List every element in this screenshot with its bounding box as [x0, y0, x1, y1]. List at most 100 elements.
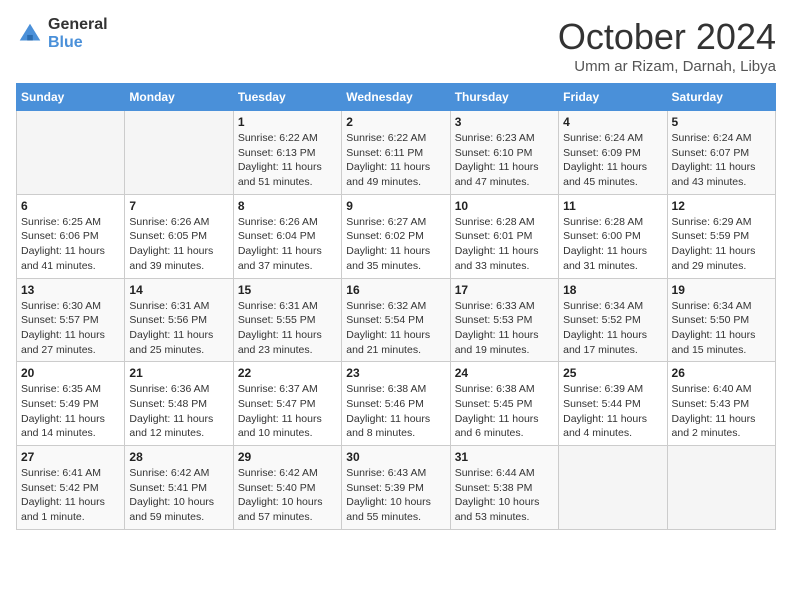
- calendar-cell: 6 Sunrise: 6:25 AM Sunset: 6:06 PM Daylig…: [17, 194, 125, 278]
- calendar-cell: 13Sunrise: 6:30 AM Sunset: 5:57 PM Dayli…: [17, 278, 125, 362]
- calendar-table: SundayMondayTuesdayWednesdayThursdayFrid…: [16, 83, 776, 530]
- day-number: 2: [346, 115, 445, 129]
- calendar-cell: 7Sunrise: 6:26 AM Sunset: 6:05 PM Daylig…: [125, 194, 233, 278]
- day-number: 21: [129, 366, 228, 380]
- day-number: 20: [21, 366, 120, 380]
- logo: General Blue: [16, 16, 108, 52]
- day-number: 27: [21, 450, 120, 464]
- day-number: 17: [455, 283, 554, 297]
- day-info: Sunrise: 6:31 AM Sunset: 5:55 PM Dayligh…: [238, 299, 337, 358]
- day-info: Sunrise: 6:40 AM Sunset: 5:43 PM Dayligh…: [672, 382, 771, 441]
- calendar-cell: 20 Sunrise: 6:35 AM Sunset: 5:49 PM Dayli…: [17, 362, 125, 446]
- day-number: 10: [455, 199, 554, 213]
- day-info: Sunrise: 6:38 AM Sunset: 5:45 PM Dayligh…: [455, 382, 554, 441]
- calendar-week-row: 1 Sunrise: 6:22 AM Sunset: 6:13 PM Daylig…: [17, 111, 776, 195]
- day-info: Sunrise: 6:25 AM Sunset: 6:06 PM Dayligh…: [21, 215, 120, 274]
- calendar-header-row: SundayMondayTuesdayWednesdayThursdayFrid…: [17, 84, 776, 111]
- calendar-cell: 16 Sunrise: 6:32 AM Sunset: 5:54 PM Dayli…: [342, 278, 450, 362]
- day-info: Sunrise: 6:27 AM Sunset: 6:02 PM Dayligh…: [346, 215, 445, 274]
- day-number: 9: [346, 199, 445, 213]
- day-info: Sunrise: 6:24 AM Sunset: 6:07 PM Dayligh…: [672, 131, 771, 190]
- day-number: 22: [238, 366, 337, 380]
- day-info: Sunrise: 6:44 AM Sunset: 5:38 PM Dayligh…: [455, 466, 554, 525]
- day-info: Sunrise: 6:39 AM Sunset: 5:44 PM Dayligh…: [563, 382, 662, 441]
- day-info: Sunrise: 6:31 AM Sunset: 5:56 PM Dayligh…: [129, 299, 228, 358]
- day-number: 13: [21, 283, 120, 297]
- day-info: Sunrise: 6:22 AM Sunset: 6:11 PM Dayligh…: [346, 131, 445, 190]
- day-info: Sunrise: 6:43 AM Sunset: 5:39 PM Dayligh…: [346, 466, 445, 525]
- day-info: Sunrise: 6:32 AM Sunset: 5:54 PM Dayligh…: [346, 299, 445, 358]
- calendar-cell: 27Sunrise: 6:41 AM Sunset: 5:42 PM Dayli…: [17, 446, 125, 530]
- calendar-cell: 3Sunrise: 6:23 AM Sunset: 6:10 PM Daylig…: [450, 111, 558, 195]
- calendar-cell: 30 Sunrise: 6:43 AM Sunset: 5:39 PM Dayli…: [342, 446, 450, 530]
- weekday-header-wednesday: Wednesday: [342, 84, 450, 111]
- calendar-cell: 21 Sunrise: 6:36 AM Sunset: 5:48 PM Dayli…: [125, 362, 233, 446]
- location-title: Umm ar Rizam, Darnah, Libya: [558, 58, 776, 75]
- calendar-week-row: 6 Sunrise: 6:25 AM Sunset: 6:06 PM Daylig…: [17, 194, 776, 278]
- logo-general: General: [48, 16, 108, 33]
- day-info: Sunrise: 6:33 AM Sunset: 5:53 PM Dayligh…: [455, 299, 554, 358]
- day-number: 4: [563, 115, 662, 129]
- weekday-header-thursday: Thursday: [450, 84, 558, 111]
- calendar-cell: [125, 111, 233, 195]
- weekday-header-tuesday: Tuesday: [233, 84, 341, 111]
- day-number: 8: [238, 199, 337, 213]
- weekday-header-monday: Monday: [125, 84, 233, 111]
- calendar-cell: 12Sunrise: 6:29 AM Sunset: 5:59 PM Dayli…: [667, 194, 775, 278]
- calendar-cell: 29 Sunrise: 6:42 AM Sunset: 5:40 PM Dayli…: [233, 446, 341, 530]
- day-info: Sunrise: 6:42 AM Sunset: 5:40 PM Dayligh…: [238, 466, 337, 525]
- day-number: 11: [563, 199, 662, 213]
- day-number: 12: [672, 199, 771, 213]
- calendar-cell: 25 Sunrise: 6:39 AM Sunset: 5:44 PM Dayli…: [559, 362, 667, 446]
- day-number: 7: [129, 199, 228, 213]
- day-number: 30: [346, 450, 445, 464]
- weekday-header-sunday: Sunday: [17, 84, 125, 111]
- calendar-week-row: 20 Sunrise: 6:35 AM Sunset: 5:49 PM Dayli…: [17, 362, 776, 446]
- day-number: 26: [672, 366, 771, 380]
- day-info: Sunrise: 6:28 AM Sunset: 6:01 PM Dayligh…: [455, 215, 554, 274]
- calendar-cell: 18 Sunrise: 6:34 AM Sunset: 5:52 PM Dayli…: [559, 278, 667, 362]
- day-number: 16: [346, 283, 445, 297]
- day-info: Sunrise: 6:36 AM Sunset: 5:48 PM Dayligh…: [129, 382, 228, 441]
- day-number: 29: [238, 450, 337, 464]
- day-info: Sunrise: 6:23 AM Sunset: 6:10 PM Dayligh…: [455, 131, 554, 190]
- calendar-cell: [17, 111, 125, 195]
- day-number: 5: [672, 115, 771, 129]
- day-info: Sunrise: 6:42 AM Sunset: 5:41 PM Dayligh…: [129, 466, 228, 525]
- calendar-cell: 9 Sunrise: 6:27 AM Sunset: 6:02 PM Daylig…: [342, 194, 450, 278]
- calendar-cell: 26 Sunrise: 6:40 AM Sunset: 5:43 PM Dayli…: [667, 362, 775, 446]
- month-title: October 2024: [558, 16, 776, 58]
- calendar-cell: 8 Sunrise: 6:26 AM Sunset: 6:04 PM Daylig…: [233, 194, 341, 278]
- calendar-cell: 11 Sunrise: 6:28 AM Sunset: 6:00 PM Dayli…: [559, 194, 667, 278]
- day-number: 18: [563, 283, 662, 297]
- day-number: 19: [672, 283, 771, 297]
- day-info: Sunrise: 6:37 AM Sunset: 5:47 PM Dayligh…: [238, 382, 337, 441]
- calendar-cell: 2 Sunrise: 6:22 AM Sunset: 6:11 PM Daylig…: [342, 111, 450, 195]
- calendar-cell: 14Sunrise: 6:31 AM Sunset: 5:56 PM Dayli…: [125, 278, 233, 362]
- day-number: 1: [238, 115, 337, 129]
- day-info: Sunrise: 6:28 AM Sunset: 6:00 PM Dayligh…: [563, 215, 662, 274]
- calendar-cell: 19 Sunrise: 6:34 AM Sunset: 5:50 PM Dayli…: [667, 278, 775, 362]
- weekday-header-friday: Friday: [559, 84, 667, 111]
- day-info: Sunrise: 6:24 AM Sunset: 6:09 PM Dayligh…: [563, 131, 662, 190]
- title-block: October 2024 Umm ar Rizam, Darnah, Libya: [558, 16, 776, 75]
- logo-blue: Blue: [48, 34, 83, 51]
- day-info: Sunrise: 6:35 AM Sunset: 5:49 PM Dayligh…: [21, 382, 120, 441]
- logo-icon: [16, 20, 44, 48]
- calendar-cell: 1 Sunrise: 6:22 AM Sunset: 6:13 PM Daylig…: [233, 111, 341, 195]
- calendar-cell: 28 Sunrise: 6:42 AM Sunset: 5:41 PM Dayli…: [125, 446, 233, 530]
- page-header: General Blue October 2024 Umm ar Rizam, …: [16, 16, 776, 75]
- day-info: Sunrise: 6:34 AM Sunset: 5:52 PM Dayligh…: [563, 299, 662, 358]
- calendar-cell: 15Sunrise: 6:31 AM Sunset: 5:55 PM Dayli…: [233, 278, 341, 362]
- calendar-cell: 10 Sunrise: 6:28 AM Sunset: 6:01 PM Dayli…: [450, 194, 558, 278]
- day-number: 25: [563, 366, 662, 380]
- day-number: 6: [21, 199, 120, 213]
- calendar-cell: 23Sunrise: 6:38 AM Sunset: 5:46 PM Dayli…: [342, 362, 450, 446]
- calendar-cell: 22 Sunrise: 6:37 AM Sunset: 5:47 PM Dayli…: [233, 362, 341, 446]
- day-info: Sunrise: 6:38 AM Sunset: 5:46 PM Dayligh…: [346, 382, 445, 441]
- calendar-cell: [667, 446, 775, 530]
- day-info: Sunrise: 6:34 AM Sunset: 5:50 PM Dayligh…: [672, 299, 771, 358]
- day-info: Sunrise: 6:22 AM Sunset: 6:13 PM Dayligh…: [238, 131, 337, 190]
- day-info: Sunrise: 6:26 AM Sunset: 6:04 PM Dayligh…: [238, 215, 337, 274]
- day-number: 28: [129, 450, 228, 464]
